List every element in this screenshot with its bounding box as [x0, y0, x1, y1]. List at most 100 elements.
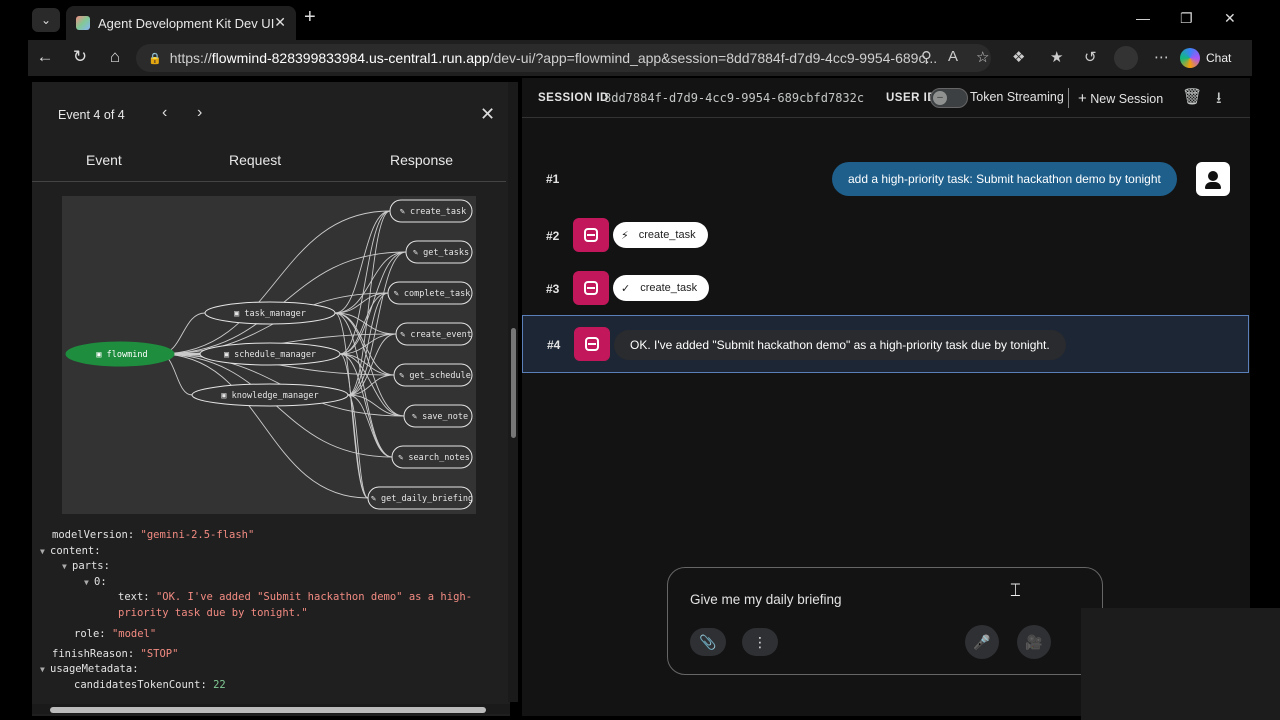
attach-file-icon[interactable]: 📎: [690, 628, 726, 656]
tab-event[interactable]: Event: [86, 152, 122, 168]
minimize-icon[interactable]: —: [1136, 10, 1150, 26]
video-camera-icon[interactable]: 🎥: [1017, 625, 1051, 659]
copilot-chat-button[interactable]: Chat: [1180, 46, 1231, 70]
event-tabs: Event Request Response: [32, 138, 506, 182]
graph-edge: [347, 394, 369, 499]
download-icon[interactable]: ⭳: [1216, 87, 1222, 114]
session-header: SESSION ID 8dd7884f-d7d9-4cc9-9954-689cb…: [522, 78, 1250, 118]
graph-node-root[interactable]: ▣ flowmind: [65, 341, 175, 367]
close-window-icon[interactable]: ✕: [1224, 10, 1236, 27]
graph-node-tool[interactable]: ✎ create_task: [389, 199, 473, 223]
read-aloud-icon[interactable]: A: [948, 48, 958, 65]
event-counter: Event 4 of 4: [58, 108, 125, 122]
browser-tab[interactable]: Agent Development Kit Dev UI ✕: [66, 6, 296, 40]
close-tab-icon[interactable]: ✕: [274, 14, 286, 31]
graph-node-label: ✎ create_event: [400, 330, 472, 340]
graph-edge: [159, 353, 369, 499]
model-message-bubble[interactable]: OK. I've added "Submit hackathon demo" a…: [614, 330, 1066, 360]
user-message-bubble[interactable]: add a high-priority task: Submit hackath…: [832, 162, 1177, 196]
json-line[interactable]: ▼ 0:: [84, 575, 472, 591]
json-key: usageMetadata: [50, 663, 133, 675]
previous-event-icon[interactable]: ‹: [162, 104, 167, 122]
function-call-chip[interactable]: ⚡ create_task: [613, 222, 708, 248]
tab-response[interactable]: Response: [390, 152, 453, 168]
token-streaming-toggle[interactable]: –: [930, 88, 968, 108]
event-panel-hscrollbar[interactable]: [32, 704, 510, 714]
tab-request[interactable]: Request: [229, 152, 281, 168]
function-response-chip[interactable]: ✓ create_task: [613, 275, 710, 301]
json-line: role: "model": [74, 628, 157, 640]
message-number: #3: [546, 282, 560, 296]
json-line: modelVersion: "gemini-2.5-flash": [52, 529, 255, 541]
reload-icon[interactable]: ↻: [69, 47, 91, 67]
message-number: #2: [546, 229, 560, 243]
graph-node-label: ✎ save_note: [412, 412, 468, 422]
tab-actions-button[interactable]: ⌄: [32, 8, 60, 32]
event-json: modelVersion: "gemini-2.5-flash" ▼ conten…: [40, 528, 473, 693]
session-id-label: SESSION ID: [538, 92, 609, 104]
graph-node-tool[interactable]: ✎ get_daily_briefing: [367, 486, 473, 510]
graph-node-label: ✎ get_daily_briefing: [371, 494, 473, 504]
event-panel-vscrollbar[interactable]: [508, 82, 518, 702]
bot-avatar-icon: [574, 327, 610, 361]
new-tab-button[interactable]: +: [304, 6, 316, 29]
collapse-icon[interactable]: ▼: [62, 559, 72, 575]
message-input-box[interactable]: Give me my daily briefing 📎 ⋮ 🎤 🎥: [667, 567, 1103, 675]
graph-node-tool[interactable]: ✎ save_note: [403, 404, 473, 428]
new-session-button[interactable]: + New Session: [1078, 90, 1163, 107]
more-menu-icon[interactable]: ⋯: [1154, 48, 1169, 66]
next-event-icon[interactable]: ›: [197, 104, 202, 122]
json-key: 0: [94, 575, 101, 588]
delete-session-icon[interactable]: 🗑: [1182, 87, 1202, 107]
graph-node-tool[interactable]: ✎ create_event: [395, 322, 473, 346]
json-value: "OK. I've added "Submit hackathon demo" …: [155, 591, 473, 603]
graph-node-tool[interactable]: ✎ get_schedule: [393, 363, 473, 387]
back-icon[interactable]: ←: [34, 47, 56, 67]
url-host: flowmind-828399833984.us-central1.run.ap…: [211, 50, 490, 66]
graph-node-agent[interactable]: ▣ schedule_manager: [199, 342, 341, 366]
json-line[interactable]: ▼ content:: [40, 544, 472, 560]
close-panel-icon[interactable]: ✕: [480, 104, 495, 125]
check-icon: ✓: [621, 282, 631, 295]
extensions-icon[interactable]: ❖: [1012, 48, 1025, 66]
message-input[interactable]: Give me my daily briefing: [690, 592, 842, 607]
url-path: /dev-ui/?app=flowmind_app&session=8dd788…: [489, 50, 938, 66]
collapse-icon[interactable]: ▼: [40, 544, 50, 560]
graph-node-label: ▣ task_manager: [234, 309, 306, 319]
chat-label: Chat: [1206, 51, 1232, 65]
graph-node-tool[interactable]: ✎ get_tasks: [405, 240, 473, 264]
zoom-icon[interactable]: ⚲: [921, 48, 932, 66]
graph-node-tool[interactable]: ✎ search_notes: [391, 445, 473, 469]
json-line[interactable]: ▼ parts:: [62, 559, 472, 575]
text-cursor-icon: ⌶: [1010, 580, 1021, 601]
user-id-label: USER ID: [886, 92, 937, 104]
favorites-icon[interactable]: ★: [1050, 48, 1063, 66]
function-call-label: create_task: [638, 229, 696, 241]
selected-message-row[interactable]: #4 OK. I've added "Submit hackathon demo…: [522, 315, 1249, 373]
collapse-icon[interactable]: ▼: [84, 575, 94, 591]
address-bar[interactable]: 🔒 https://flowmind-828399833984.us-centr…: [136, 44, 991, 72]
graph-node-tool[interactable]: ✎ complete_task: [387, 281, 473, 305]
graph-node-agent[interactable]: ▣ task_manager: [204, 301, 336, 325]
scroll-thumb[interactable]: [50, 707, 486, 713]
profile-avatar[interactable]: [1114, 46, 1138, 70]
browser-toolbar: ← ↻ ⌂ 🔒 https://flowmind-828399833984.us…: [28, 40, 1252, 76]
webcam-overlay: [1081, 608, 1280, 720]
url-prefix: https://: [169, 50, 212, 66]
favorite-star-icon[interactable]: ☆: [976, 48, 989, 66]
graph-node-agent[interactable]: ▣ knowledge_manager: [191, 383, 349, 407]
home-icon[interactable]: ⌂: [104, 47, 126, 67]
scroll-thumb[interactable]: [511, 328, 516, 438]
agent-graph: ▣ flowmind ▣ task_manager ▣ schedule_manag…: [62, 196, 476, 514]
json-line[interactable]: ▼ usageMetadata:: [40, 662, 472, 678]
history-icon[interactable]: ↺: [1084, 48, 1097, 66]
microphone-icon[interactable]: 🎤: [965, 625, 999, 659]
more-options-icon[interactable]: ⋮: [742, 628, 778, 656]
header-divider: [1068, 88, 1069, 108]
collapse-icon[interactable]: ▼: [40, 662, 50, 678]
json-line: finishReason: "STOP": [52, 647, 179, 660]
session-id-value: 8dd7884f-d7d9-4cc9-9954-689cbfd7832c: [604, 91, 865, 105]
graph-node-label: ✎ get_schedule: [399, 371, 471, 381]
token-streaming-label: Token Streaming: [970, 90, 1064, 104]
restore-icon[interactable]: ❐: [1180, 10, 1193, 27]
